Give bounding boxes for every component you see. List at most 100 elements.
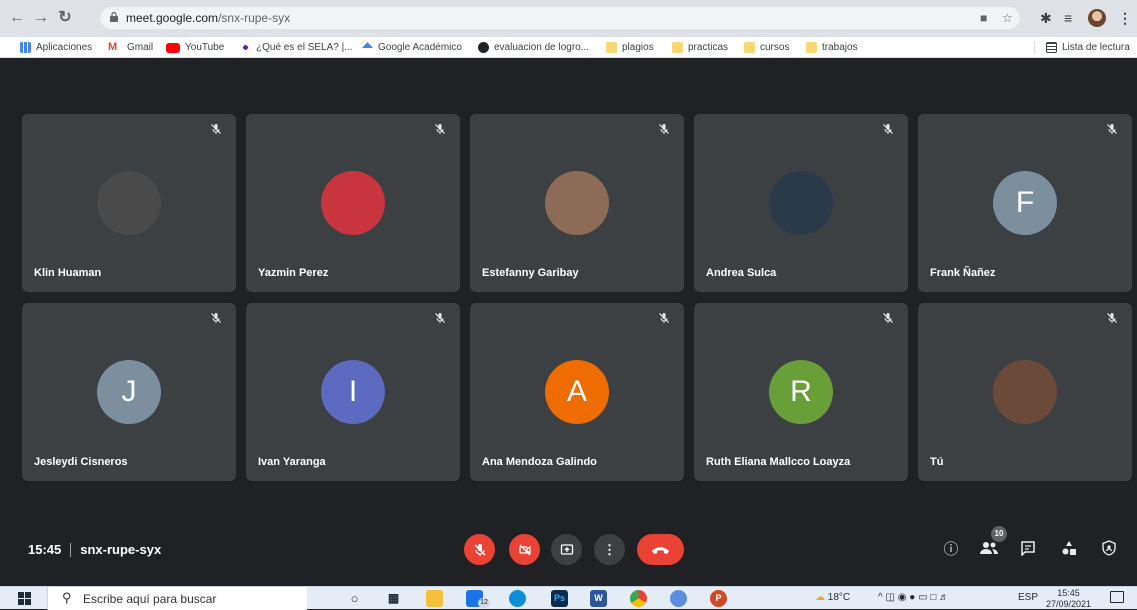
tray-app-icon: ◉ bbox=[897, 592, 907, 603]
participant-tile[interactable]: Klin Huaman bbox=[22, 114, 236, 292]
camera-off-icon bbox=[518, 544, 531, 555]
bookmark-youtube[interactable]: YouTube bbox=[166, 40, 224, 55]
bookmark-apps[interactable]: Aplicaciones bbox=[20, 40, 92, 55]
participant-name: Ruth Eliana Mallcco Loayza bbox=[706, 456, 851, 468]
taskbar-search-box[interactable]: ⚲ Escribe aquí para buscar bbox=[47, 587, 307, 610]
bookmark-star-icon[interactable]: ☆ bbox=[1002, 11, 1013, 25]
forward-arrow-icon[interactable]: → bbox=[32, 9, 50, 27]
microphone-icon: ● bbox=[909, 592, 916, 603]
edge-icon[interactable] bbox=[509, 590, 526, 607]
participant-name: Tú bbox=[930, 456, 944, 468]
reading-list-label: Lista de lectura bbox=[1062, 42, 1130, 53]
participant-avatar: A bbox=[545, 360, 609, 424]
chrome-icon[interactable] bbox=[630, 590, 647, 607]
reload-icon[interactable]: ↻ bbox=[56, 9, 74, 27]
participant-name: Andrea Sulca bbox=[706, 267, 777, 279]
weather-widget[interactable]: ☁ 18°C bbox=[815, 592, 850, 603]
participant-tile[interactable]: Yazmin Perez bbox=[246, 114, 460, 292]
mic-muted-icon bbox=[432, 312, 448, 328]
browser-menu-icon[interactable]: ⋮ bbox=[1118, 9, 1132, 27]
profile-avatar[interactable] bbox=[1088, 9, 1106, 27]
meeting-details: 15:45 snx-rupe-syx bbox=[28, 542, 161, 557]
gmail-icon: M bbox=[108, 41, 118, 53]
host-controls-icon[interactable] bbox=[1099, 540, 1119, 560]
participant-name: Yazmin Perez bbox=[258, 267, 329, 279]
word-icon[interactable]: W bbox=[590, 590, 607, 607]
bookmark-sela[interactable]: ¿Qué es el SELA? |... bbox=[240, 40, 353, 55]
bookmark-folder-trabajos[interactable]: trabajos bbox=[806, 40, 858, 55]
extensions-puzzle-icon[interactable]: ✱ bbox=[1040, 9, 1052, 27]
present-screen-button[interactable] bbox=[551, 534, 582, 565]
participant-tile[interactable]: A Ana Mendoza Galindo bbox=[470, 303, 684, 481]
meeting-clock: 15:45 bbox=[28, 542, 62, 557]
folder-icon bbox=[672, 42, 683, 53]
mic-muted-icon bbox=[656, 312, 672, 328]
file-explorer-icon[interactable] bbox=[426, 590, 443, 607]
windows-start-icon[interactable] bbox=[18, 592, 31, 605]
participant-tile[interactable]: I Ivan Yaranga bbox=[246, 303, 460, 481]
participant-tile[interactable]: R Ruth Eliana Mallcco Loayza bbox=[694, 303, 908, 481]
address-bar[interactable]: meet.google.com/snx-rupe-syx ■ ☆ bbox=[100, 7, 1020, 29]
sela-icon bbox=[240, 42, 251, 53]
clock-date: 27/09/2021 bbox=[1046, 599, 1092, 609]
photoshop-icon[interactable]: Ps bbox=[551, 590, 568, 607]
task-view-icon[interactable]: ▦ bbox=[385, 590, 402, 607]
bookmark-folder-practicas[interactable]: practicas bbox=[672, 40, 728, 55]
participant-name: Ivan Yaranga bbox=[258, 456, 326, 468]
participant-avatar bbox=[545, 171, 609, 235]
camera-permission-icon[interactable]: ■ bbox=[980, 11, 987, 25]
scholar-icon bbox=[362, 42, 373, 49]
apps-grid-icon bbox=[20, 42, 31, 53]
back-arrow-icon[interactable]: ← bbox=[8, 9, 26, 27]
mail-badge: 12 bbox=[478, 598, 490, 608]
leave-call-button[interactable] bbox=[637, 534, 684, 565]
mic-muted-icon bbox=[1104, 312, 1120, 328]
more-vert-icon: ⋮ bbox=[603, 541, 616, 557]
bookmark-folder-cursos[interactable]: cursos bbox=[744, 40, 789, 55]
tray-icons[interactable]: ^ ◫ ◉ ● ▭ □ ♬ bbox=[878, 592, 949, 603]
participant-tile[interactable]: Andrea Sulca bbox=[694, 114, 908, 292]
participant-avatar bbox=[97, 171, 161, 235]
battery-icon: ▭ bbox=[918, 592, 928, 603]
mic-muted-icon bbox=[1104, 123, 1120, 139]
meeting-info-icon[interactable]: ⓘ bbox=[941, 540, 961, 560]
chat-icon[interactable] bbox=[1018, 540, 1038, 560]
camera-toggle-button[interactable] bbox=[509, 534, 540, 565]
weather-temp: 18°C bbox=[827, 592, 851, 603]
bookmark-label: trabajos bbox=[822, 42, 858, 53]
app-icon[interactable] bbox=[670, 590, 687, 607]
language-indicator[interactable]: ESP bbox=[1018, 592, 1038, 603]
participant-name: Klin Huaman bbox=[34, 267, 102, 279]
notifications-icon[interactable] bbox=[1110, 591, 1124, 603]
search-placeholder: Escribe aquí para buscar bbox=[83, 592, 217, 606]
participant-tile[interactable]: Estefanny Garibay bbox=[470, 114, 684, 292]
more-options-button[interactable]: ⋮ bbox=[594, 534, 625, 565]
participant-tile[interactable]: Tú bbox=[918, 303, 1132, 481]
taskbar-clock[interactable]: 15:45 27/09/2021 bbox=[1046, 588, 1091, 610]
bookmark-label: ¿Qué es el SELA? |... bbox=[256, 42, 353, 53]
mic-muted-icon bbox=[208, 123, 224, 139]
powerpoint-icon[interactable]: P bbox=[710, 590, 727, 607]
mic-toggle-button[interactable] bbox=[464, 534, 495, 565]
tray-app-icon: ◫ bbox=[885, 592, 895, 603]
participant-tile[interactable]: F Frank Ñañez bbox=[918, 114, 1132, 292]
reading-list-button[interactable]: Lista de lectura bbox=[1046, 40, 1130, 55]
participant-count-badge: 10 bbox=[991, 526, 1007, 542]
search-icon: ⚲ bbox=[62, 590, 72, 605]
bookmark-google-academico[interactable]: Google Académico bbox=[362, 40, 462, 55]
folder-icon bbox=[744, 42, 755, 53]
bookmark-folder-plagios[interactable]: plagios bbox=[606, 40, 654, 55]
lock-icon bbox=[110, 12, 118, 22]
hangup-phone-icon bbox=[652, 547, 669, 554]
bookmark-gmail[interactable]: M Gmail bbox=[108, 40, 153, 55]
activities-icon[interactable] bbox=[1059, 540, 1079, 560]
volume-icon: ♬ bbox=[939, 592, 950, 603]
participant-avatar: I bbox=[321, 360, 385, 424]
people-icon[interactable] bbox=[979, 541, 999, 561]
participant-tile[interactable]: J Jesleydi Cisneros bbox=[22, 303, 236, 481]
cortana-icon[interactable]: ○ bbox=[346, 590, 363, 607]
playlist-icon[interactable]: ≡ bbox=[1064, 9, 1072, 27]
browser-toolbar: ← → ↻ meet.google.com/snx-rupe-syx ■ ☆ ✱… bbox=[0, 0, 1137, 37]
participant-avatar bbox=[993, 360, 1057, 424]
bookmark-evaluacion[interactable]: evaluacion de logro... bbox=[478, 40, 589, 55]
